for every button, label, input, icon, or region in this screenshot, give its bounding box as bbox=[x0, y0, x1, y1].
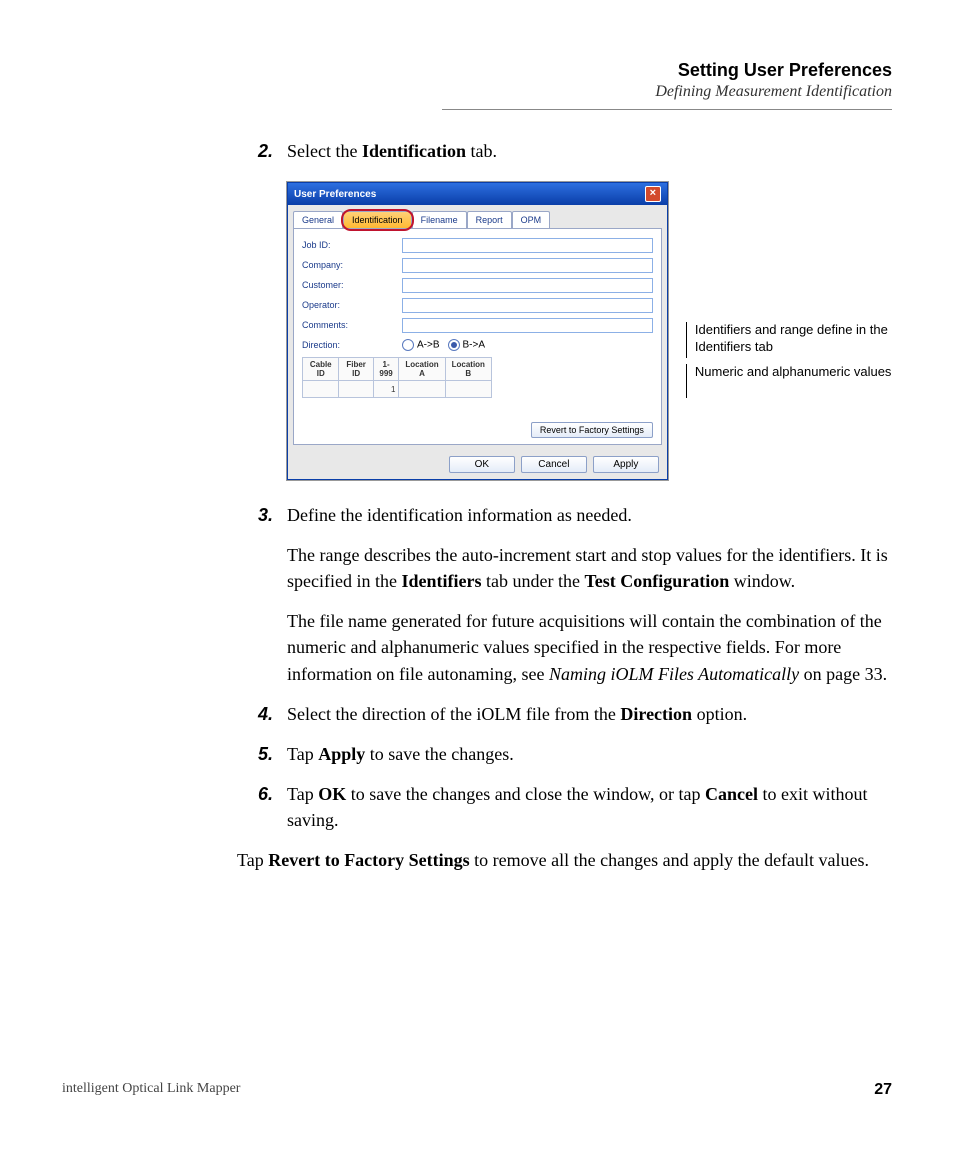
radio-b-to-a[interactable]: B->A bbox=[448, 339, 486, 351]
text: window. bbox=[729, 571, 795, 591]
section-title: Setting User Preferences bbox=[62, 60, 892, 81]
paragraph: Tap Revert to Factory Settings to remove… bbox=[237, 847, 892, 873]
step-5: 5. Tap Apply to save the changes. bbox=[237, 741, 892, 767]
input-operator[interactable] bbox=[402, 298, 653, 313]
step-2: 2. Select the Identification tab. bbox=[237, 138, 892, 164]
header-rule bbox=[442, 109, 892, 110]
cell-location-b[interactable] bbox=[445, 381, 491, 398]
label-job-id: Job ID: bbox=[302, 240, 402, 250]
close-icon[interactable]: × bbox=[645, 186, 661, 202]
tab-panel: Job ID: Company: Customer: Operator: Com… bbox=[293, 228, 662, 445]
text: tab. bbox=[466, 141, 497, 161]
callout-identifiers-range: Identifiers and range define in the Iden… bbox=[686, 322, 892, 358]
page-number: 27 bbox=[874, 1081, 892, 1099]
step-6: 6. Tap OK to save the changes and close … bbox=[237, 781, 892, 833]
text-bold: Test Configuration bbox=[584, 571, 729, 591]
label-customer: Customer: bbox=[302, 280, 402, 290]
figure: User Preferences × General Identificatio… bbox=[287, 182, 892, 480]
text: Tap bbox=[237, 850, 268, 870]
identifiers-table: Cable ID Fiber ID 1-999 Location A Locat… bbox=[302, 357, 492, 398]
text: option. bbox=[692, 704, 747, 724]
input-job-id[interactable] bbox=[402, 238, 653, 253]
text-bold: Cancel bbox=[705, 784, 758, 804]
text-italic: Naming iOLM Files Automatically bbox=[549, 664, 799, 684]
cancel-button[interactable]: Cancel bbox=[521, 456, 587, 473]
cell-cable-id[interactable] bbox=[303, 381, 339, 398]
radio-a-to-b[interactable]: A->B bbox=[402, 339, 440, 351]
text-bold: OK bbox=[318, 784, 346, 804]
cell-location-a[interactable] bbox=[399, 381, 445, 398]
text: to save the changes. bbox=[365, 744, 513, 764]
text-bold: Apply bbox=[318, 744, 365, 764]
ok-button[interactable]: OK bbox=[449, 456, 515, 473]
text: tab under the bbox=[481, 571, 584, 591]
col-cable-id: Cable ID bbox=[303, 358, 339, 381]
text: to remove all the changes and apply the … bbox=[470, 850, 869, 870]
text-bold: Identification bbox=[362, 141, 466, 161]
label-operator: Operator: bbox=[302, 300, 402, 310]
dialog-title: User Preferences bbox=[294, 189, 376, 200]
step-number: 4. bbox=[237, 701, 287, 727]
table-row: 1 bbox=[303, 381, 492, 398]
revert-to-factory-button[interactable]: Revert to Factory Settings bbox=[531, 422, 653, 438]
radio-label: A->B bbox=[417, 340, 440, 351]
footer-product: intelligent Optical Link Mapper bbox=[62, 1081, 240, 1099]
tab-filename[interactable]: Filename bbox=[412, 211, 467, 228]
tab-opm[interactable]: OPM bbox=[512, 211, 551, 228]
col-range: 1-999 bbox=[373, 358, 399, 381]
cell-fiber-id[interactable] bbox=[339, 381, 373, 398]
text: to save the changes and close the window… bbox=[346, 784, 705, 804]
text: Tap bbox=[287, 744, 318, 764]
text-bold: Revert to Factory Settings bbox=[268, 850, 469, 870]
step-number: 3. bbox=[237, 502, 287, 528]
text-bold: Direction bbox=[620, 704, 692, 724]
step-number: 2. bbox=[237, 138, 287, 164]
step-3: 3. Define the identification information… bbox=[237, 502, 892, 687]
step-4: 4. Select the direction of the iOLM file… bbox=[237, 701, 892, 727]
text: on page 33. bbox=[799, 664, 887, 684]
tab-identification[interactable]: Identification bbox=[343, 211, 412, 228]
text: Select the direction of the iOLM file fr… bbox=[287, 704, 620, 724]
step-number: 6. bbox=[237, 781, 287, 807]
col-location-b: Location B bbox=[445, 358, 491, 381]
tab-strip: General Identification Filename Report O… bbox=[288, 205, 667, 228]
tab-general[interactable]: General bbox=[293, 211, 343, 228]
col-location-a: Location A bbox=[399, 358, 445, 381]
label-company: Company: bbox=[302, 260, 402, 270]
label-comments: Comments: bbox=[302, 320, 402, 330]
cell-range[interactable]: 1 bbox=[373, 381, 399, 398]
input-comments[interactable] bbox=[402, 318, 653, 333]
tab-report[interactable]: Report bbox=[467, 211, 512, 228]
radio-label: B->A bbox=[463, 340, 486, 351]
label-direction: Direction: bbox=[302, 340, 402, 350]
text: Define the identification information as… bbox=[287, 502, 892, 528]
input-customer[interactable] bbox=[402, 278, 653, 293]
text: Tap bbox=[287, 784, 318, 804]
apply-button[interactable]: Apply bbox=[593, 456, 659, 473]
callout-numeric-values: Numeric and alphanumeric values bbox=[686, 364, 892, 398]
col-fiber-id: Fiber ID bbox=[339, 358, 373, 381]
input-company[interactable] bbox=[402, 258, 653, 273]
user-preferences-dialog: User Preferences × General Identificatio… bbox=[287, 182, 668, 480]
section-subtitle: Defining Measurement Identification bbox=[62, 83, 892, 101]
dialog-titlebar: User Preferences × bbox=[288, 183, 667, 205]
text: Select the bbox=[287, 141, 362, 161]
step-number: 5. bbox=[237, 741, 287, 767]
text-bold: Identifiers bbox=[401, 571, 481, 591]
